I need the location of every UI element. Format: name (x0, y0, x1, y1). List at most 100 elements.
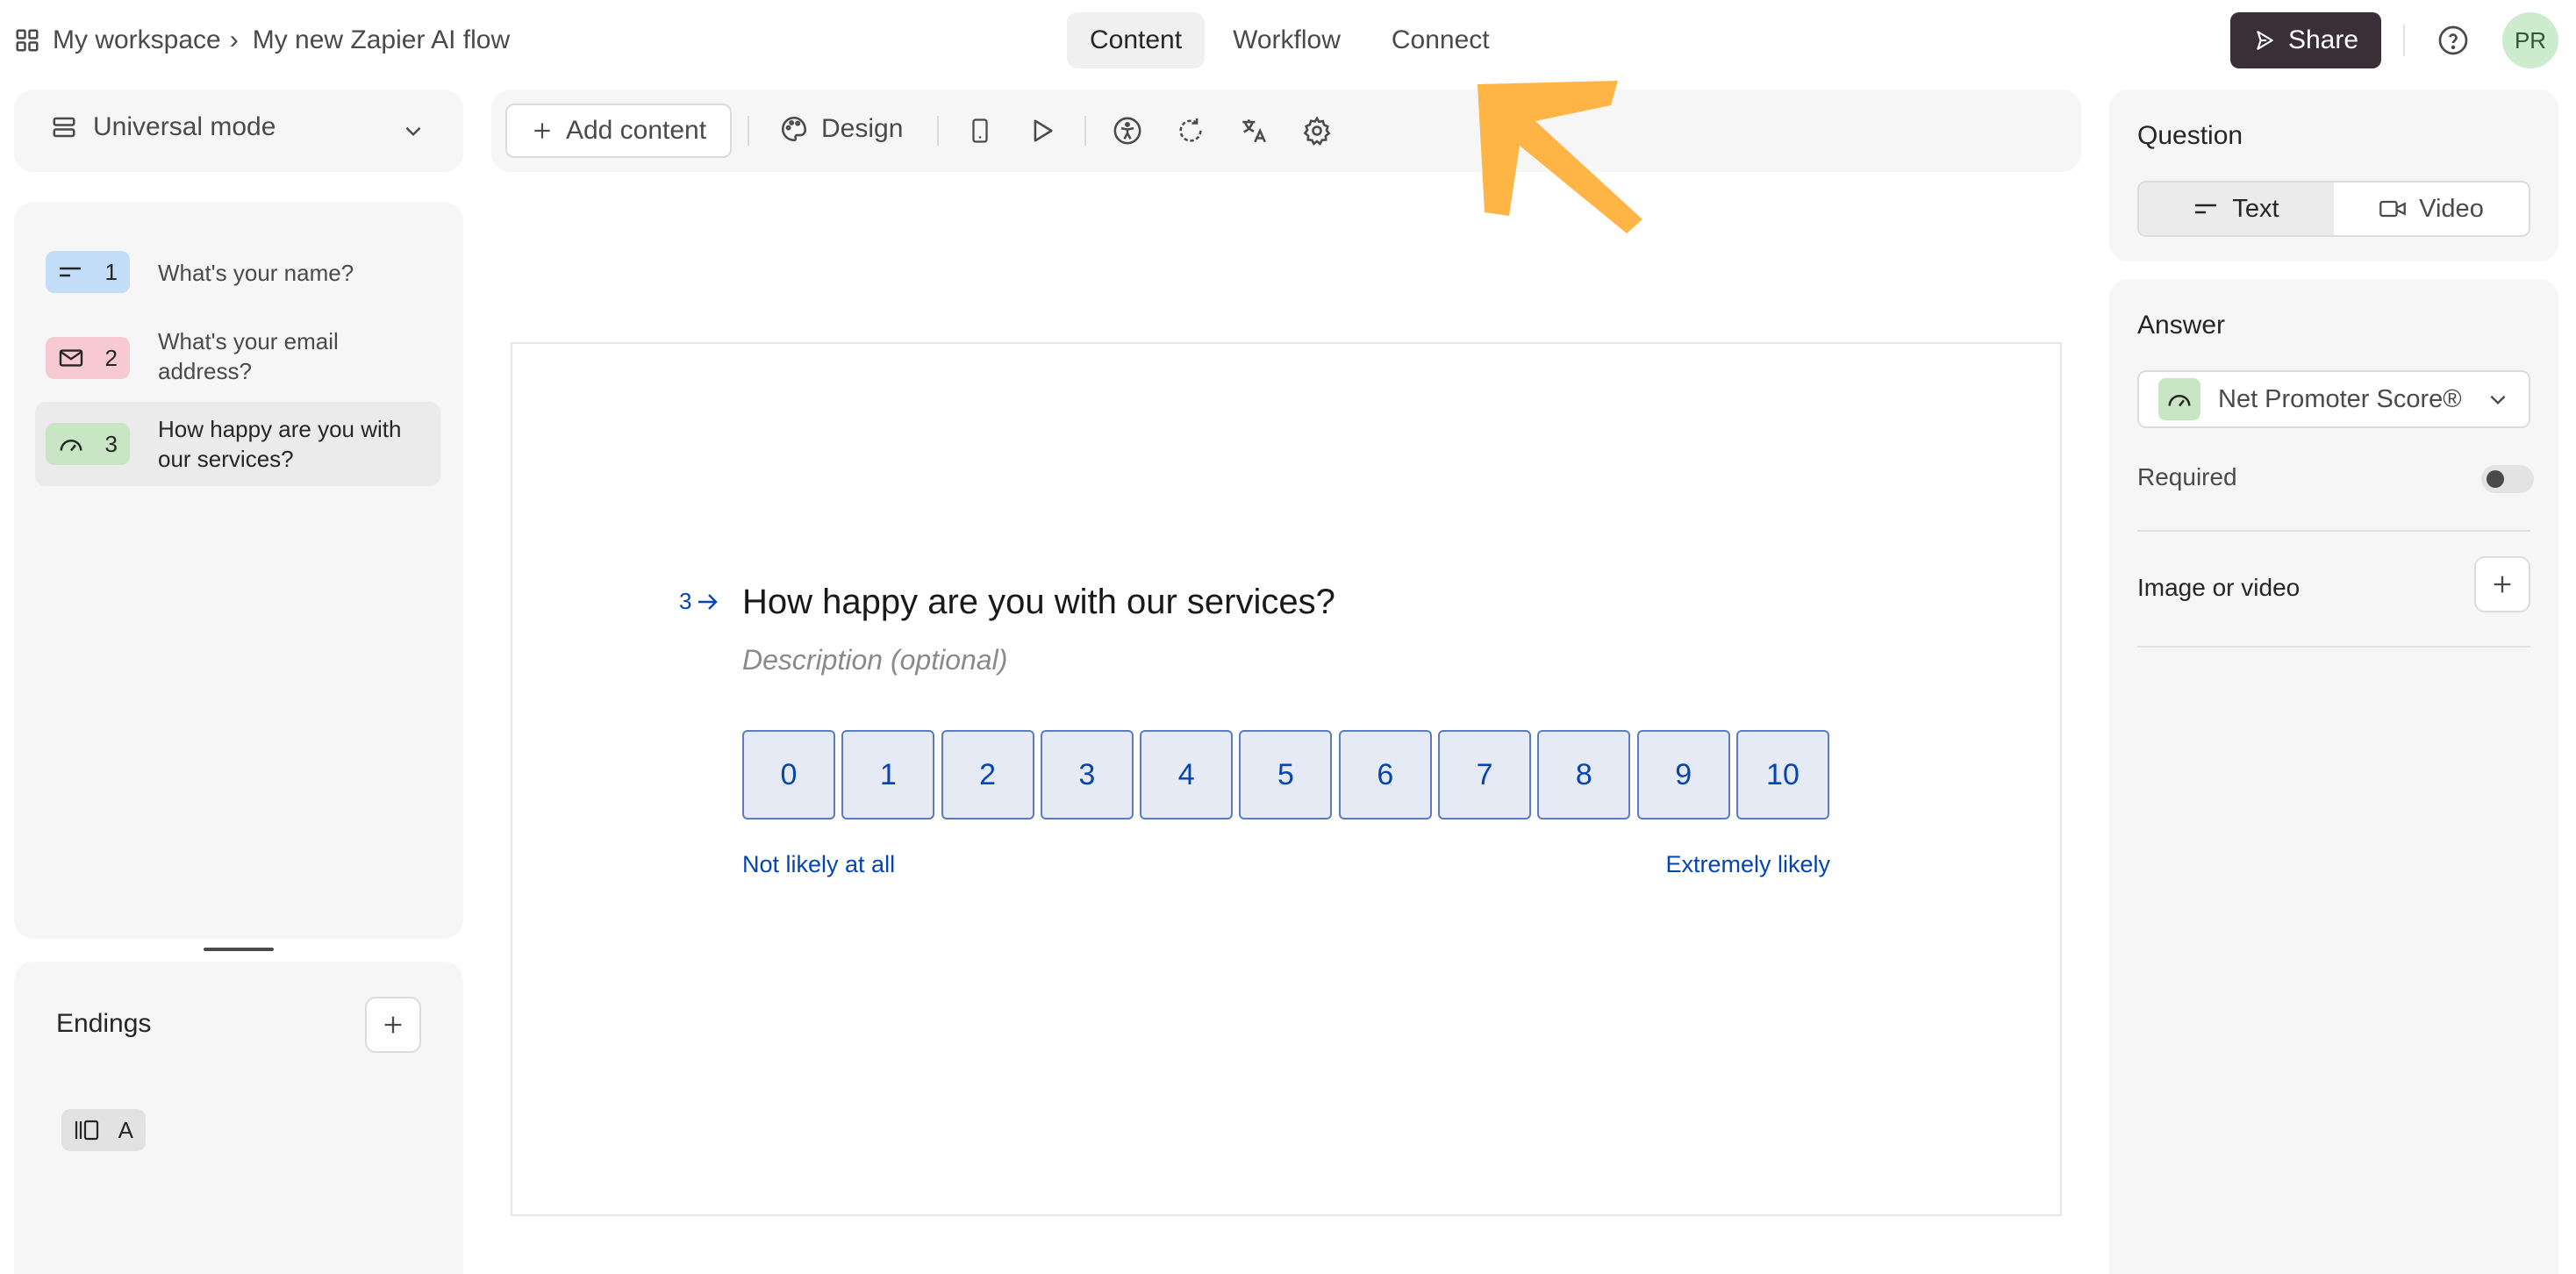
nps-scale: 0 1 2 3 4 5 6 7 8 9 10 (742, 730, 1829, 820)
question-badge: 1 (46, 251, 130, 293)
toolbar-divider (1084, 116, 1086, 146)
answer-type-select[interactable]: Net Promoter Score® (2137, 370, 2530, 428)
add-content-button[interactable]: Add content (505, 104, 732, 158)
answer-settings-panel: Answer Net Promoter Score® Required Imag… (2109, 279, 2558, 1274)
palette-icon (779, 114, 809, 144)
question-type-video[interactable]: Video (2334, 183, 2529, 235)
text-label: Text (2232, 194, 2279, 223)
share-label: Share (2287, 25, 2359, 54)
settings-gear-icon[interactable] (1300, 114, 1334, 147)
question-text: What's your name? (158, 260, 354, 286)
apps-grid-icon[interactable] (14, 27, 40, 54)
question-type-toggle: Text Video (2137, 181, 2530, 237)
mode-label-group: Universal mode (51, 112, 275, 142)
plus-icon (531, 119, 554, 142)
nps-option[interactable]: 1 (841, 730, 935, 820)
short-text-icon (2193, 200, 2220, 218)
question-item-2[interactable]: 2 What's your email address? (35, 314, 440, 402)
question-number: 2 (104, 344, 118, 371)
question-type-text[interactable]: Text (2139, 183, 2334, 235)
plus-icon (381, 1013, 405, 1037)
nps-label-left[interactable]: Not likely at all (742, 851, 895, 878)
mode-selector[interactable]: Universal mode (14, 89, 463, 172)
endings-title: Endings (56, 1009, 152, 1038)
video-label: Video (2419, 194, 2484, 223)
add-media-button[interactable] (2474, 556, 2530, 612)
question-number: 1 (104, 258, 118, 285)
section-divider (2137, 530, 2530, 532)
question-badge: 2 (46, 337, 130, 379)
nps-option[interactable]: 8 (1537, 730, 1631, 820)
add-ending-button[interactable] (365, 997, 421, 1053)
tab-connect[interactable]: Connect (1369, 12, 1513, 68)
question-settings-title: Question (2137, 121, 2243, 150)
user-avatar[interactable]: PR (2502, 12, 2558, 68)
ending-item-a[interactable]: A (61, 1109, 146, 1151)
breadcrumb-form-name[interactable]: My new Zapier AI flow (253, 25, 510, 55)
toggle-knob (2487, 470, 2504, 488)
design-label: Design (821, 114, 904, 143)
nps-option[interactable]: 0 (742, 730, 835, 820)
main-tabs: Content Workflow Connect (1067, 12, 1518, 68)
answer-settings-title: Answer (2137, 311, 2226, 340)
nps-option[interactable]: 4 (1140, 730, 1234, 820)
arrow-right-icon (697, 592, 719, 612)
share-button[interactable]: Share (2230, 12, 2381, 68)
top-bar: My workspace › My new Zapier AI flow Con… (0, 0, 2576, 81)
gauge-icon (2158, 378, 2200, 420)
question-title[interactable]: How happy are you with our services? (742, 583, 1335, 622)
question-number-indicator: 3 (679, 588, 719, 615)
nps-option[interactable]: 9 (1636, 730, 1730, 820)
tab-content[interactable]: Content (1067, 12, 1206, 68)
translate-icon[interactable] (1237, 114, 1270, 147)
image-or-video-label: Image or video (2137, 574, 2301, 601)
toolbar-divider (937, 116, 939, 146)
gauge-icon (58, 433, 84, 455)
short-text-icon (58, 263, 84, 281)
breadcrumb: My workspace › My new Zapier AI flow (14, 21, 510, 60)
mode-label: Universal mode (93, 112, 276, 141)
toolbar-divider (748, 116, 749, 146)
nps-option[interactable]: 7 (1438, 730, 1532, 820)
tab-workflow[interactable]: Workflow (1210, 12, 1363, 68)
required-toggle[interactable] (2481, 465, 2534, 493)
nps-option[interactable]: 2 (941, 730, 1034, 820)
answer-type-label: Net Promoter Score® (2218, 384, 2462, 413)
send-icon (2253, 29, 2276, 52)
mobile-preview-icon[interactable] (963, 114, 997, 147)
accessibility-icon[interactable] (1111, 114, 1144, 147)
ending-label: A (118, 1116, 133, 1143)
question-description[interactable]: Description (optional) (742, 644, 1007, 676)
play-preview-icon[interactable] (1025, 114, 1058, 147)
design-button[interactable]: Design (779, 114, 903, 144)
question-item-3[interactable]: 3 How happy are you with our services? (35, 402, 440, 486)
endings-panel: Endings A (14, 962, 463, 1274)
nps-option[interactable]: 3 (1040, 730, 1134, 820)
chevron-down-icon (2487, 388, 2509, 411)
question-list: 1 What's your name? 2 What's your email … (14, 202, 463, 939)
breadcrumb-separator: › (229, 25, 239, 54)
required-label: Required (2137, 463, 2237, 490)
question-text: What's your email address? (158, 328, 339, 384)
nps-option[interactable]: 10 (1735, 730, 1829, 820)
nps-option[interactable]: 5 (1239, 730, 1333, 820)
section-divider (2137, 646, 2530, 648)
logic-refresh-icon[interactable] (1174, 114, 1207, 147)
question-settings-panel: Question Text Video (2109, 89, 2558, 261)
question-text: How happy are you with our services? (158, 416, 402, 472)
editor-toolbar: Add content Design (491, 89, 2081, 172)
chevron-down-icon (402, 119, 425, 142)
plus-icon (2490, 572, 2515, 597)
add-content-label: Add content (565, 116, 707, 145)
breadcrumb-workspace[interactable]: My workspace (53, 25, 221, 55)
question-number-label: 3 (679, 588, 692, 614)
nps-label-right[interactable]: Extremely likely (1579, 851, 1830, 878)
ending-icon (74, 1119, 102, 1142)
layout-rows-icon (51, 114, 77, 140)
question-badge: 3 (46, 423, 130, 465)
nps-option[interactable]: 6 (1338, 730, 1432, 820)
panel-resize-handle[interactable] (204, 948, 274, 951)
help-circle-icon[interactable] (2437, 25, 2469, 56)
question-item-1[interactable]: 1 What's your name? (35, 239, 440, 305)
annotation-arrow-icon (1456, 70, 1649, 246)
